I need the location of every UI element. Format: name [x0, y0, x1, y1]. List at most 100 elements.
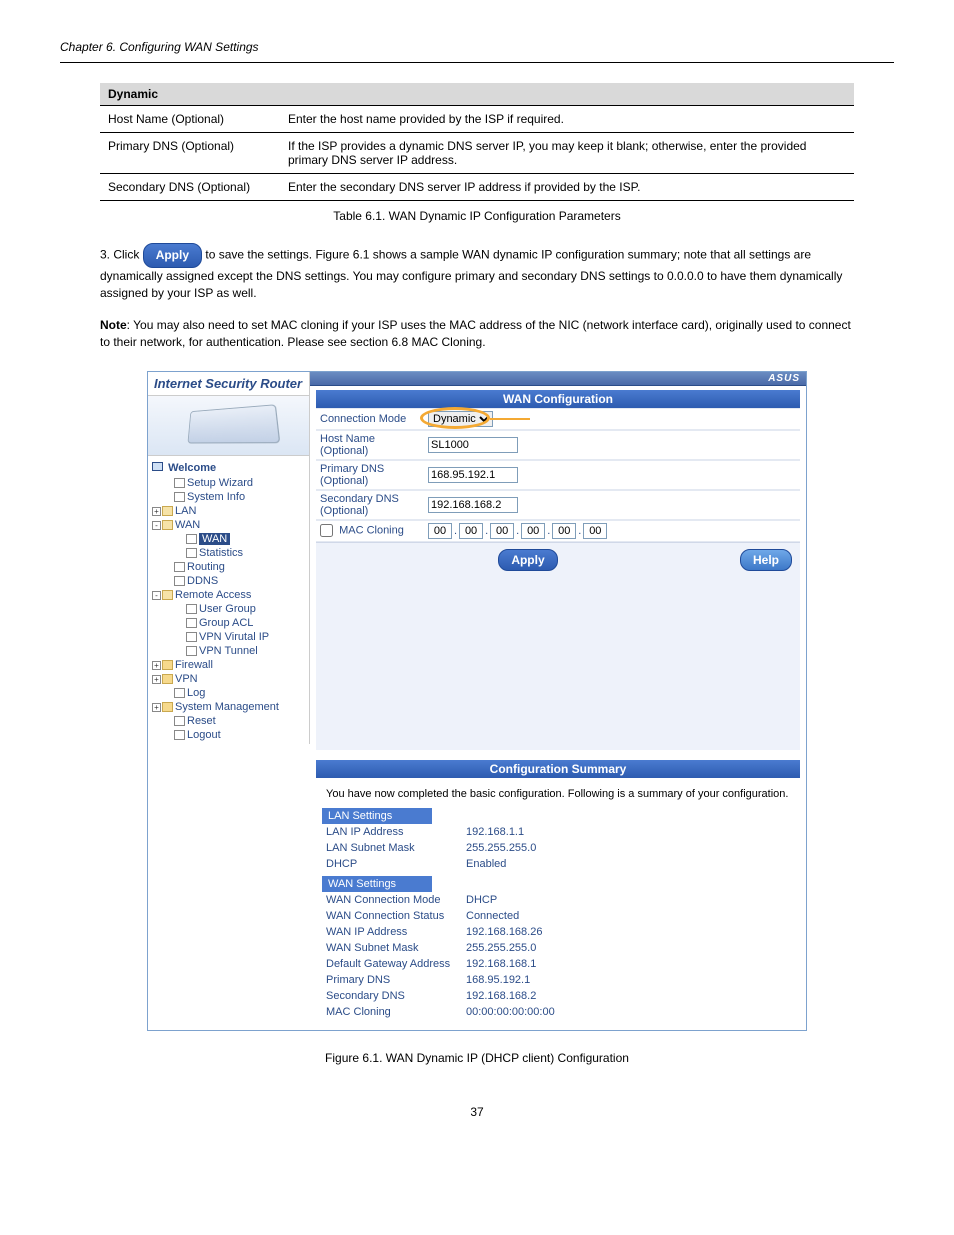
note-text: You may also need to set MAC cloning if … [100, 318, 851, 349]
nav-item-log[interactable]: Log [148, 686, 309, 700]
mac-octet-4[interactable] [521, 523, 545, 539]
expand-icon[interactable]: + [152, 661, 161, 670]
product-image [148, 396, 309, 456]
document-icon [174, 730, 185, 740]
step-number: 3. Click [100, 248, 139, 262]
nav-item-reset[interactable]: Reset [148, 714, 309, 728]
summary-row: MAC Cloning00:00:00:00:00:00 [322, 1004, 794, 1020]
connection-mode-select[interactable]: Dynamic [428, 411, 493, 427]
primary-dns-input[interactable] [428, 467, 518, 483]
monitor-icon [152, 462, 163, 471]
expand-icon[interactable]: + [152, 675, 161, 684]
mac-cloning-checkbox[interactable] [320, 524, 333, 537]
nav-item-setup-wizard[interactable]: Setup Wizard [148, 476, 309, 490]
nav-item-wan[interactable]: - WAN [148, 518, 309, 532]
screenshot-figure: Internet Security Router Welcome Setup W… [147, 371, 807, 1031]
nav-link[interactable]: Setup Wizard [187, 477, 253, 489]
nav-link[interactable]: WAN [199, 533, 230, 545]
summary-panel: Configuration Summary You have now compl… [316, 760, 800, 1020]
params-table: DynamicHost Name (Optional)Enter the hos… [100, 83, 854, 201]
summary-value: 192.168.168.1 [466, 958, 536, 970]
nav-item-firewall[interactable]: + Firewall [148, 658, 309, 672]
summary-row: Secondary DNS192.168.168.2 [322, 988, 794, 1004]
nav-item-ddns[interactable]: DDNS [148, 574, 309, 588]
nav-link[interactable]: DDNS [187, 575, 218, 587]
chapter-header: Chapter 6. Configuring WAN Settings [60, 40, 894, 54]
apply-button[interactable]: Apply [498, 549, 557, 571]
nav-item-statistics[interactable]: Statistics [148, 546, 309, 560]
nav-item-routing[interactable]: Routing [148, 560, 309, 574]
nav-item-remote-access[interactable]: - Remote Access [148, 588, 309, 602]
summary-row: Primary DNS168.95.192.1 [322, 972, 794, 988]
nav-link[interactable]: Statistics [199, 547, 243, 559]
nav-item-vpn-tunnel[interactable]: VPN Tunnel [148, 644, 309, 658]
nav-link[interactable]: System Management [175, 701, 279, 713]
instruction-paragraph: 3. Click Apply to save the settings. Fig… [100, 243, 854, 301]
nav-item-system-info[interactable]: System Info [148, 490, 309, 504]
nav-item-vpn-virutal-ip[interactable]: VPN Virutal IP [148, 630, 309, 644]
summary-value: DHCP [466, 894, 497, 906]
highlight-arrow-icon [490, 418, 530, 420]
document-icon [186, 632, 197, 642]
asus-logo: ASUS [768, 373, 800, 384]
expand-icon[interactable]: + [152, 507, 161, 516]
secondary-dns-input[interactable] [428, 497, 518, 513]
nav-item-logout[interactable]: Logout [148, 728, 309, 742]
mac-separator: . [545, 525, 552, 537]
nav-item-system-management[interactable]: + System Management [148, 700, 309, 714]
nav-welcome[interactable]: Welcome [148, 458, 309, 476]
summary-value: 255.255.255.0 [466, 842, 536, 854]
primary-dns-label: Primary DNS (Optional) [316, 463, 426, 487]
summary-key: MAC Cloning [326, 1006, 466, 1018]
summary-value: 192.168.1.1 [466, 826, 524, 838]
nav-item-lan[interactable]: + LAN [148, 504, 309, 518]
note-paragraph: Note: You may also need to set MAC cloni… [100, 317, 854, 351]
mac-input-group: ..... [426, 523, 800, 539]
summary-row: WAN Connection StatusConnected [322, 908, 794, 924]
expand-icon[interactable]: + [152, 703, 161, 712]
nav-link[interactable]: VPN [175, 673, 198, 685]
summary-key: Secondary DNS [326, 990, 466, 1002]
mac-octet-1[interactable] [428, 523, 452, 539]
nav-link[interactable]: Firewall [175, 659, 213, 671]
nav-link[interactable]: Remote Access [175, 589, 251, 601]
mac-octet-5[interactable] [552, 523, 576, 539]
nav-item-wan[interactable]: WAN [148, 532, 309, 546]
expand-icon[interactable]: - [152, 591, 161, 600]
nav-link[interactable]: Logout [187, 729, 221, 741]
help-button[interactable]: Help [740, 549, 792, 571]
nav-link[interactable]: Log [187, 687, 205, 699]
document-icon [186, 646, 197, 656]
nav-link[interactable]: Reset [187, 715, 216, 727]
mac-octet-2[interactable] [459, 523, 483, 539]
mac-octet-6[interactable] [583, 523, 607, 539]
nav-link[interactable]: LAN [175, 505, 196, 517]
host-name-input[interactable] [428, 437, 518, 453]
note-label: Note [100, 318, 127, 332]
row-mac-cloning: MAC Cloning ..... [316, 520, 800, 542]
summary-key: WAN Subnet Mask [326, 942, 466, 954]
expand-icon[interactable]: - [152, 521, 161, 530]
nav-link[interactable]: VPN Tunnel [199, 645, 258, 657]
nav-link[interactable]: System Info [187, 491, 245, 503]
nav-link[interactable]: VPN Virutal IP [199, 631, 269, 643]
summary-key: Default Gateway Address [326, 958, 466, 970]
summary-row: WAN IP Address192.168.168.26 [322, 924, 794, 940]
table-row: Primary DNS (Optional)If the ISP provide… [100, 133, 854, 174]
summary-row: Default Gateway Address192.168.168.1 [322, 956, 794, 972]
brand-bar: ASUS [310, 372, 806, 386]
nav-item-vpn[interactable]: + VPN [148, 672, 309, 686]
mac-octet-3[interactable] [490, 523, 514, 539]
nav-link[interactable]: Group ACL [199, 617, 253, 629]
folder-icon [162, 660, 173, 670]
secondary-dns-label: Secondary DNS (Optional) [316, 493, 426, 517]
nav-link[interactable]: User Group [199, 603, 256, 615]
table-row: Host Name (Optional)Enter the host name … [100, 106, 854, 133]
nav-item-group-acl[interactable]: Group ACL [148, 616, 309, 630]
summary-key: DHCP [326, 858, 466, 870]
summary-value: 192.168.168.26 [466, 926, 542, 938]
nav-link[interactable]: Routing [187, 561, 225, 573]
table-caption: Table 6.1. WAN Dynamic IP Configuration … [100, 209, 854, 223]
nav-item-user-group[interactable]: User Group [148, 602, 309, 616]
nav-link[interactable]: WAN [175, 519, 200, 531]
